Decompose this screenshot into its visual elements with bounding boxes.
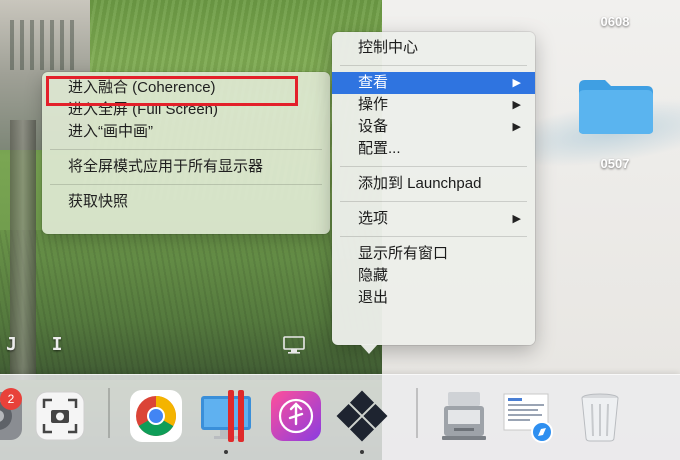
menu-item-quit[interactable]: 退出 (332, 287, 535, 309)
menu-item-label: 选项 (358, 210, 389, 227)
menu-item-label: 设备 (358, 118, 389, 135)
menu-item-label: 将全屏模式应用于所有显示器 (68, 158, 264, 175)
submenu-arrow-icon: ▶ (512, 121, 521, 133)
submenu-arrow-icon: ▶ (512, 213, 521, 225)
document-safari-icon[interactable] (500, 388, 556, 444)
display-icon (283, 336, 305, 354)
menu-item-label: 控制中心 (358, 39, 419, 56)
disk-utility-icon[interactable] (436, 388, 492, 444)
trash-icon[interactable] (572, 388, 628, 444)
menu-item-control-center[interactable]: 控制中心 (332, 37, 535, 59)
menu-item-enter-picture-in-picture[interactable]: 进入“画中画” (42, 121, 330, 143)
menu-item-actions[interactable]: 操作 ▶ (332, 94, 535, 116)
menu-item-hide[interactable]: 隐藏 (332, 265, 535, 287)
desktop-folder-label-0507[interactable]: 0507 (580, 156, 650, 171)
music-converter-icon[interactable] (268, 388, 324, 444)
windows-vm-icon[interactable] (334, 388, 390, 444)
running-indicator (360, 450, 364, 454)
menu-separator (340, 65, 527, 66)
menu-item-label: 进入全屏 (Full Screen) (68, 101, 219, 118)
desktop-folder-label-0608[interactable]: 0608 (580, 14, 650, 29)
menu-item-show-all-windows[interactable]: 显示所有窗口 (332, 243, 535, 265)
chrome-icon[interactable] (128, 388, 184, 444)
dock-context-menu: 控制中心 查看 ▶ 操作 ▶ 设备 ▶ 配置... 添加到 Launchpad 选项 ▶… (332, 32, 535, 345)
notification-badge: 2 (0, 388, 22, 410)
menu-item-configure[interactable]: 配置... (332, 138, 535, 160)
menu-separator (340, 236, 527, 237)
running-indicator (224, 450, 228, 454)
menu-item-label: 配置... (358, 140, 401, 157)
photo-caption: J I (6, 334, 75, 355)
view-submenu: 进入融合 (Coherence) 进入全屏 (Full Screen) 进入“画… (42, 72, 330, 234)
menu-separator (340, 201, 527, 202)
menu-item-label: 进入“画中画” (68, 123, 153, 140)
menu-item-options[interactable]: 选项 ▶ (332, 208, 535, 230)
menu-item-devices[interactable]: 设备 ▶ (332, 116, 535, 138)
parallels-desktop-icon[interactable] (198, 388, 254, 444)
menu-pointer-tail (360, 344, 378, 354)
menu-item-enter-full-screen[interactable]: 进入全屏 (Full Screen) (42, 99, 330, 121)
menu-item-label: 退出 (358, 289, 389, 306)
dock-separator (108, 388, 110, 438)
screenshot-icon[interactable] (32, 388, 88, 444)
menu-item-label: 显示所有窗口 (358, 245, 449, 262)
menu-item-label: 添加到 Launchpad (358, 175, 482, 192)
menu-separator (50, 184, 322, 185)
menu-item-apply-fullscreen-all-displays[interactable]: 将全屏模式应用于所有显示器 (42, 156, 330, 178)
menu-item-label: 查看 (358, 74, 389, 91)
menu-item-label: 操作 (358, 96, 389, 113)
menu-separator (340, 166, 527, 167)
menu-item-take-snapshot[interactable]: 获取快照 (42, 191, 330, 213)
menu-separator (50, 149, 322, 150)
menu-item-label: 获取快照 (68, 193, 129, 210)
menu-item-label: 隐藏 (358, 267, 389, 284)
menu-item-enter-coherence[interactable]: 进入融合 (Coherence) (42, 77, 330, 99)
submenu-arrow-icon: ▶ (512, 99, 521, 111)
folder-icon[interactable] (577, 76, 655, 136)
photo-ground (0, 230, 382, 380)
menu-item-view[interactable]: 查看 ▶ (332, 72, 535, 94)
submenu-arrow-icon: ▶ (512, 77, 521, 89)
dock-separator (416, 388, 418, 438)
menu-item-label: 进入融合 (Coherence) (68, 79, 216, 96)
menu-item-add-to-launchpad[interactable]: 添加到 Launchpad (332, 173, 535, 195)
